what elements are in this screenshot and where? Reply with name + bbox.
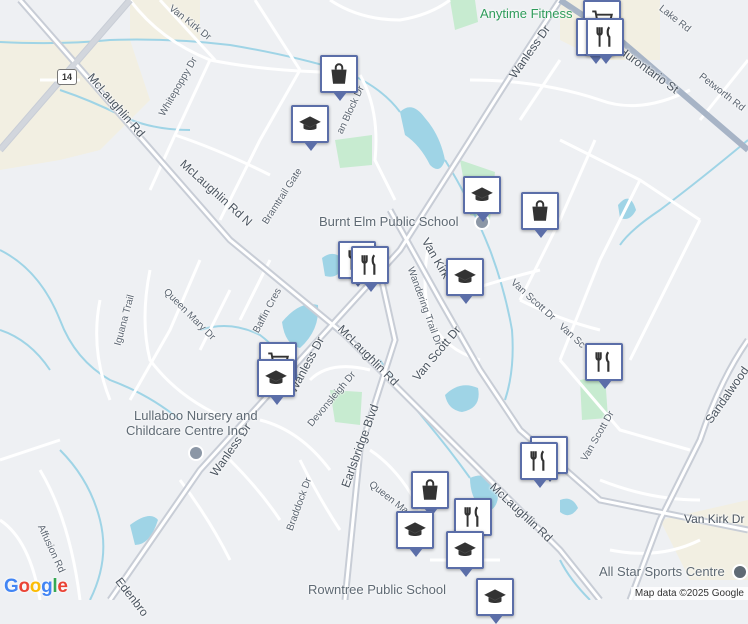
fork-knife-icon xyxy=(464,506,479,527)
shopping-bag-marker[interactable] xyxy=(411,471,449,517)
shopping-bag-marker[interactable] xyxy=(521,192,559,238)
restaurant-marker[interactable] xyxy=(586,18,624,64)
graduation-cap-icon xyxy=(265,370,287,384)
poi-lullaboo-line1[interactable]: Lullaboo Nursery and xyxy=(134,408,258,423)
school-marker[interactable] xyxy=(446,531,484,577)
graduation-cap-icon xyxy=(299,116,321,130)
fork-knife-icon xyxy=(595,351,610,372)
poi-all-star-sports[interactable]: All Star Sports Centre xyxy=(599,564,725,579)
shopping-bag-icon xyxy=(331,63,347,84)
school-marker[interactable] xyxy=(396,511,434,557)
sports-place-icon xyxy=(732,564,748,580)
poi-rowntree-school[interactable]: Rowntree Public School xyxy=(308,582,446,597)
school-marker[interactable] xyxy=(291,105,329,151)
childcare-place-icon xyxy=(188,445,204,461)
school-marker[interactable] xyxy=(446,258,484,304)
shopping-bag-icon xyxy=(532,200,548,221)
park xyxy=(335,135,372,168)
google-logo: Google xyxy=(4,576,68,597)
highway-14-shield: 14 xyxy=(57,69,77,85)
school-marker[interactable] xyxy=(257,359,295,405)
shopping-bag-marker[interactable] xyxy=(320,55,358,101)
graduation-cap-icon xyxy=(454,269,476,283)
map-attribution[interactable]: Map data ©2025 Google xyxy=(630,587,748,600)
poi-burnt-elm-school[interactable]: Burnt Elm Public School xyxy=(319,214,458,229)
fork-knife-icon xyxy=(361,254,376,275)
graduation-cap-icon xyxy=(454,542,476,556)
graduation-cap-icon xyxy=(484,589,506,603)
street-label: Van Kirk Dr xyxy=(684,512,745,526)
fork-knife-icon xyxy=(596,26,611,47)
school-marker[interactable] xyxy=(463,176,501,222)
shopping-bag-icon xyxy=(422,479,438,500)
restaurant-marker[interactable] xyxy=(351,246,389,292)
fork-knife-icon xyxy=(530,450,545,471)
graduation-cap-icon xyxy=(471,187,493,201)
graduation-cap-icon xyxy=(404,522,426,536)
restaurant-marker[interactable] xyxy=(520,442,558,488)
poi-anytime-fitness[interactable]: Anytime Fitness xyxy=(480,6,572,21)
school-marker[interactable] xyxy=(476,578,514,624)
restaurant-marker[interactable] xyxy=(585,343,623,389)
poi-lullaboo-line2[interactable]: Childcare Centre Inc xyxy=(126,423,245,438)
